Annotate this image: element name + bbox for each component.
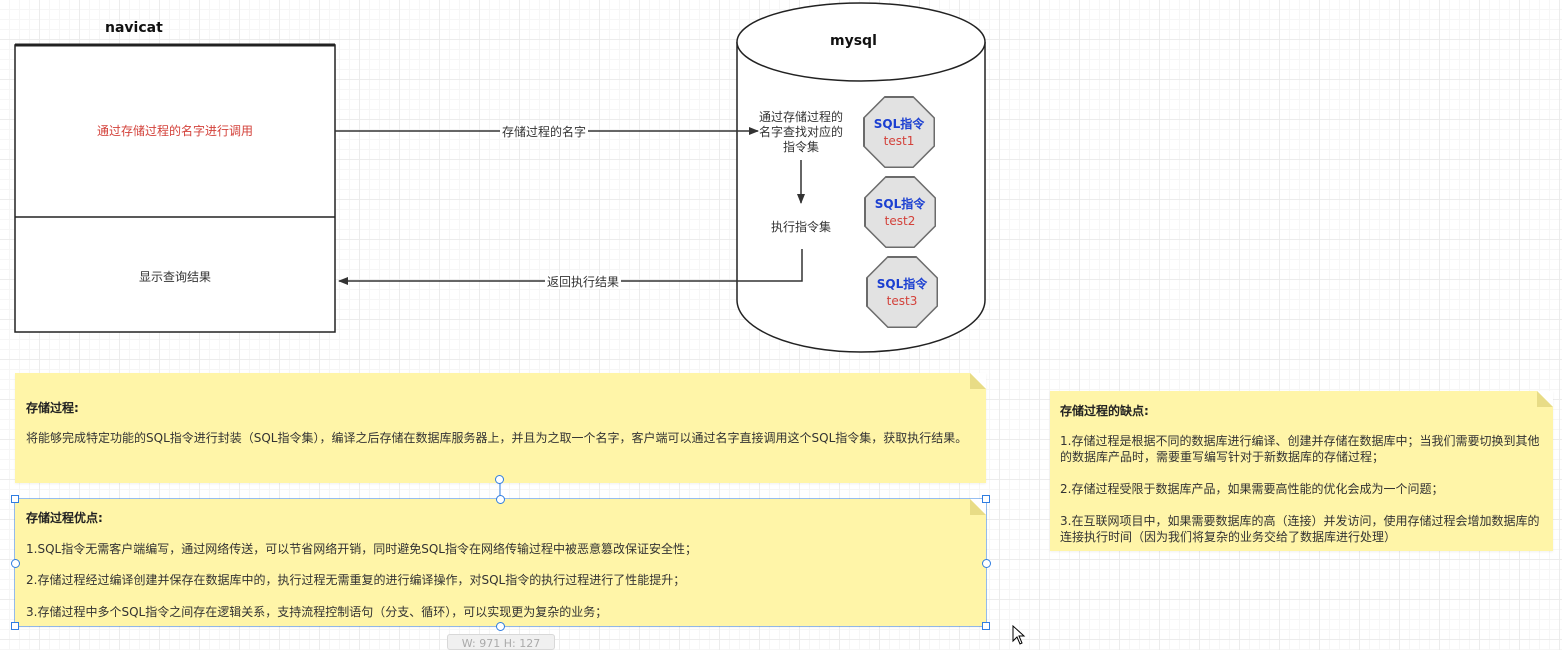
resize-handle-left[interactable] [11, 559, 20, 568]
sql-instruction-title: SQL指令 [876, 277, 928, 291]
disadvantages-note-title: 存储过程的缺点: [1060, 404, 1149, 418]
navicat-title: navicat [105, 20, 163, 36]
resize-handle-bottom[interactable] [496, 622, 505, 631]
sql-instruction-name: test3 [886, 294, 918, 308]
sql-instruction-name: test1 [883, 134, 915, 148]
selection-size-tooltip: W: 971 H: 127 [447, 634, 555, 650]
mysql-cylinder[interactable] [736, 2, 986, 353]
resize-handle-top-right[interactable] [982, 495, 990, 503]
disadvantages-item-2: 2.存储过程受限于数据库产品，如果需要高性能的优化会成为一个问题； [1060, 482, 1444, 496]
return-arrow-label: 返回执行结果 [545, 275, 622, 289]
resize-handle-bottom-left[interactable] [11, 622, 19, 630]
disadvantages-item-1: 1.存储过程是根据不同的数据库进行编译、创建并存储在数据库中；当我们需要切换到其… [1060, 434, 1540, 464]
resize-handle-top[interactable] [496, 495, 505, 504]
show-result-text: 显示查询结果 [138, 270, 211, 284]
definition-note-text: 将能够完成特定功能的SQL指令进行封装（SQL指令集），编译之后存储在数据库服务… [26, 431, 968, 445]
mysql-title: mysql [830, 33, 877, 49]
call-arrow-label: 存储过程的名字 [500, 125, 589, 139]
execute-instruction-set-text: 执行指令集 [770, 220, 831, 234]
disadvantages-note[interactable]: 存储过程的缺点: 1.存储过程是根据不同的数据库进行编译、创建并存储在数据库中；… [1050, 391, 1553, 551]
navicat-box[interactable] [14, 43, 336, 333]
sql-instruction-name: test2 [884, 214, 916, 228]
advantages-item-3: 3.存储过程中多个SQL指令之间存在逻辑关系，支持流程控制语句（分支、循环），可… [26, 605, 608, 619]
call-by-name-text: 通过存储过程的名字进行调用 [96, 124, 253, 138]
resize-handle-right[interactable] [982, 559, 991, 568]
definition-note-title: 存储过程: [26, 401, 79, 415]
resize-handle-bottom-right[interactable] [982, 622, 990, 630]
definition-note[interactable]: 存储过程: 将能够完成特定功能的SQL指令进行封装（SQL指令集），编译之后存储… [15, 373, 986, 483]
sql-instruction-title: SQL指令 [874, 197, 926, 211]
rotation-handle[interactable] [495, 475, 504, 484]
resize-handle-top-left[interactable] [11, 495, 19, 503]
sql-instruction-title: SQL指令 [873, 117, 925, 131]
lookup-instruction-set-text: 通过存储过程的名字查找对应的指令集 [758, 110, 843, 154]
advantages-item-1: 1.SQL指令无需客户端编写，通过网络传送，可以节省网络开销，同时避免SQL指令… [26, 542, 697, 556]
mouse-cursor-icon [1012, 625, 1026, 645]
disadvantages-item-3: 3.在互联网项目中，如果需要数据库的高（连接）并发访问，使用存储过程会增加数据库… [1060, 514, 1540, 544]
advantages-note-title: 存储过程优点: [26, 511, 103, 525]
advantages-note[interactable]: 存储过程优点: 1.SQL指令无需客户端编写，通过网络传送，可以节省网络开销，同… [15, 499, 986, 626]
advantages-item-2: 2.存储过程经过编译创建并保存在数据库中的，执行过程无需重复的进行编译操作，对S… [26, 573, 686, 587]
